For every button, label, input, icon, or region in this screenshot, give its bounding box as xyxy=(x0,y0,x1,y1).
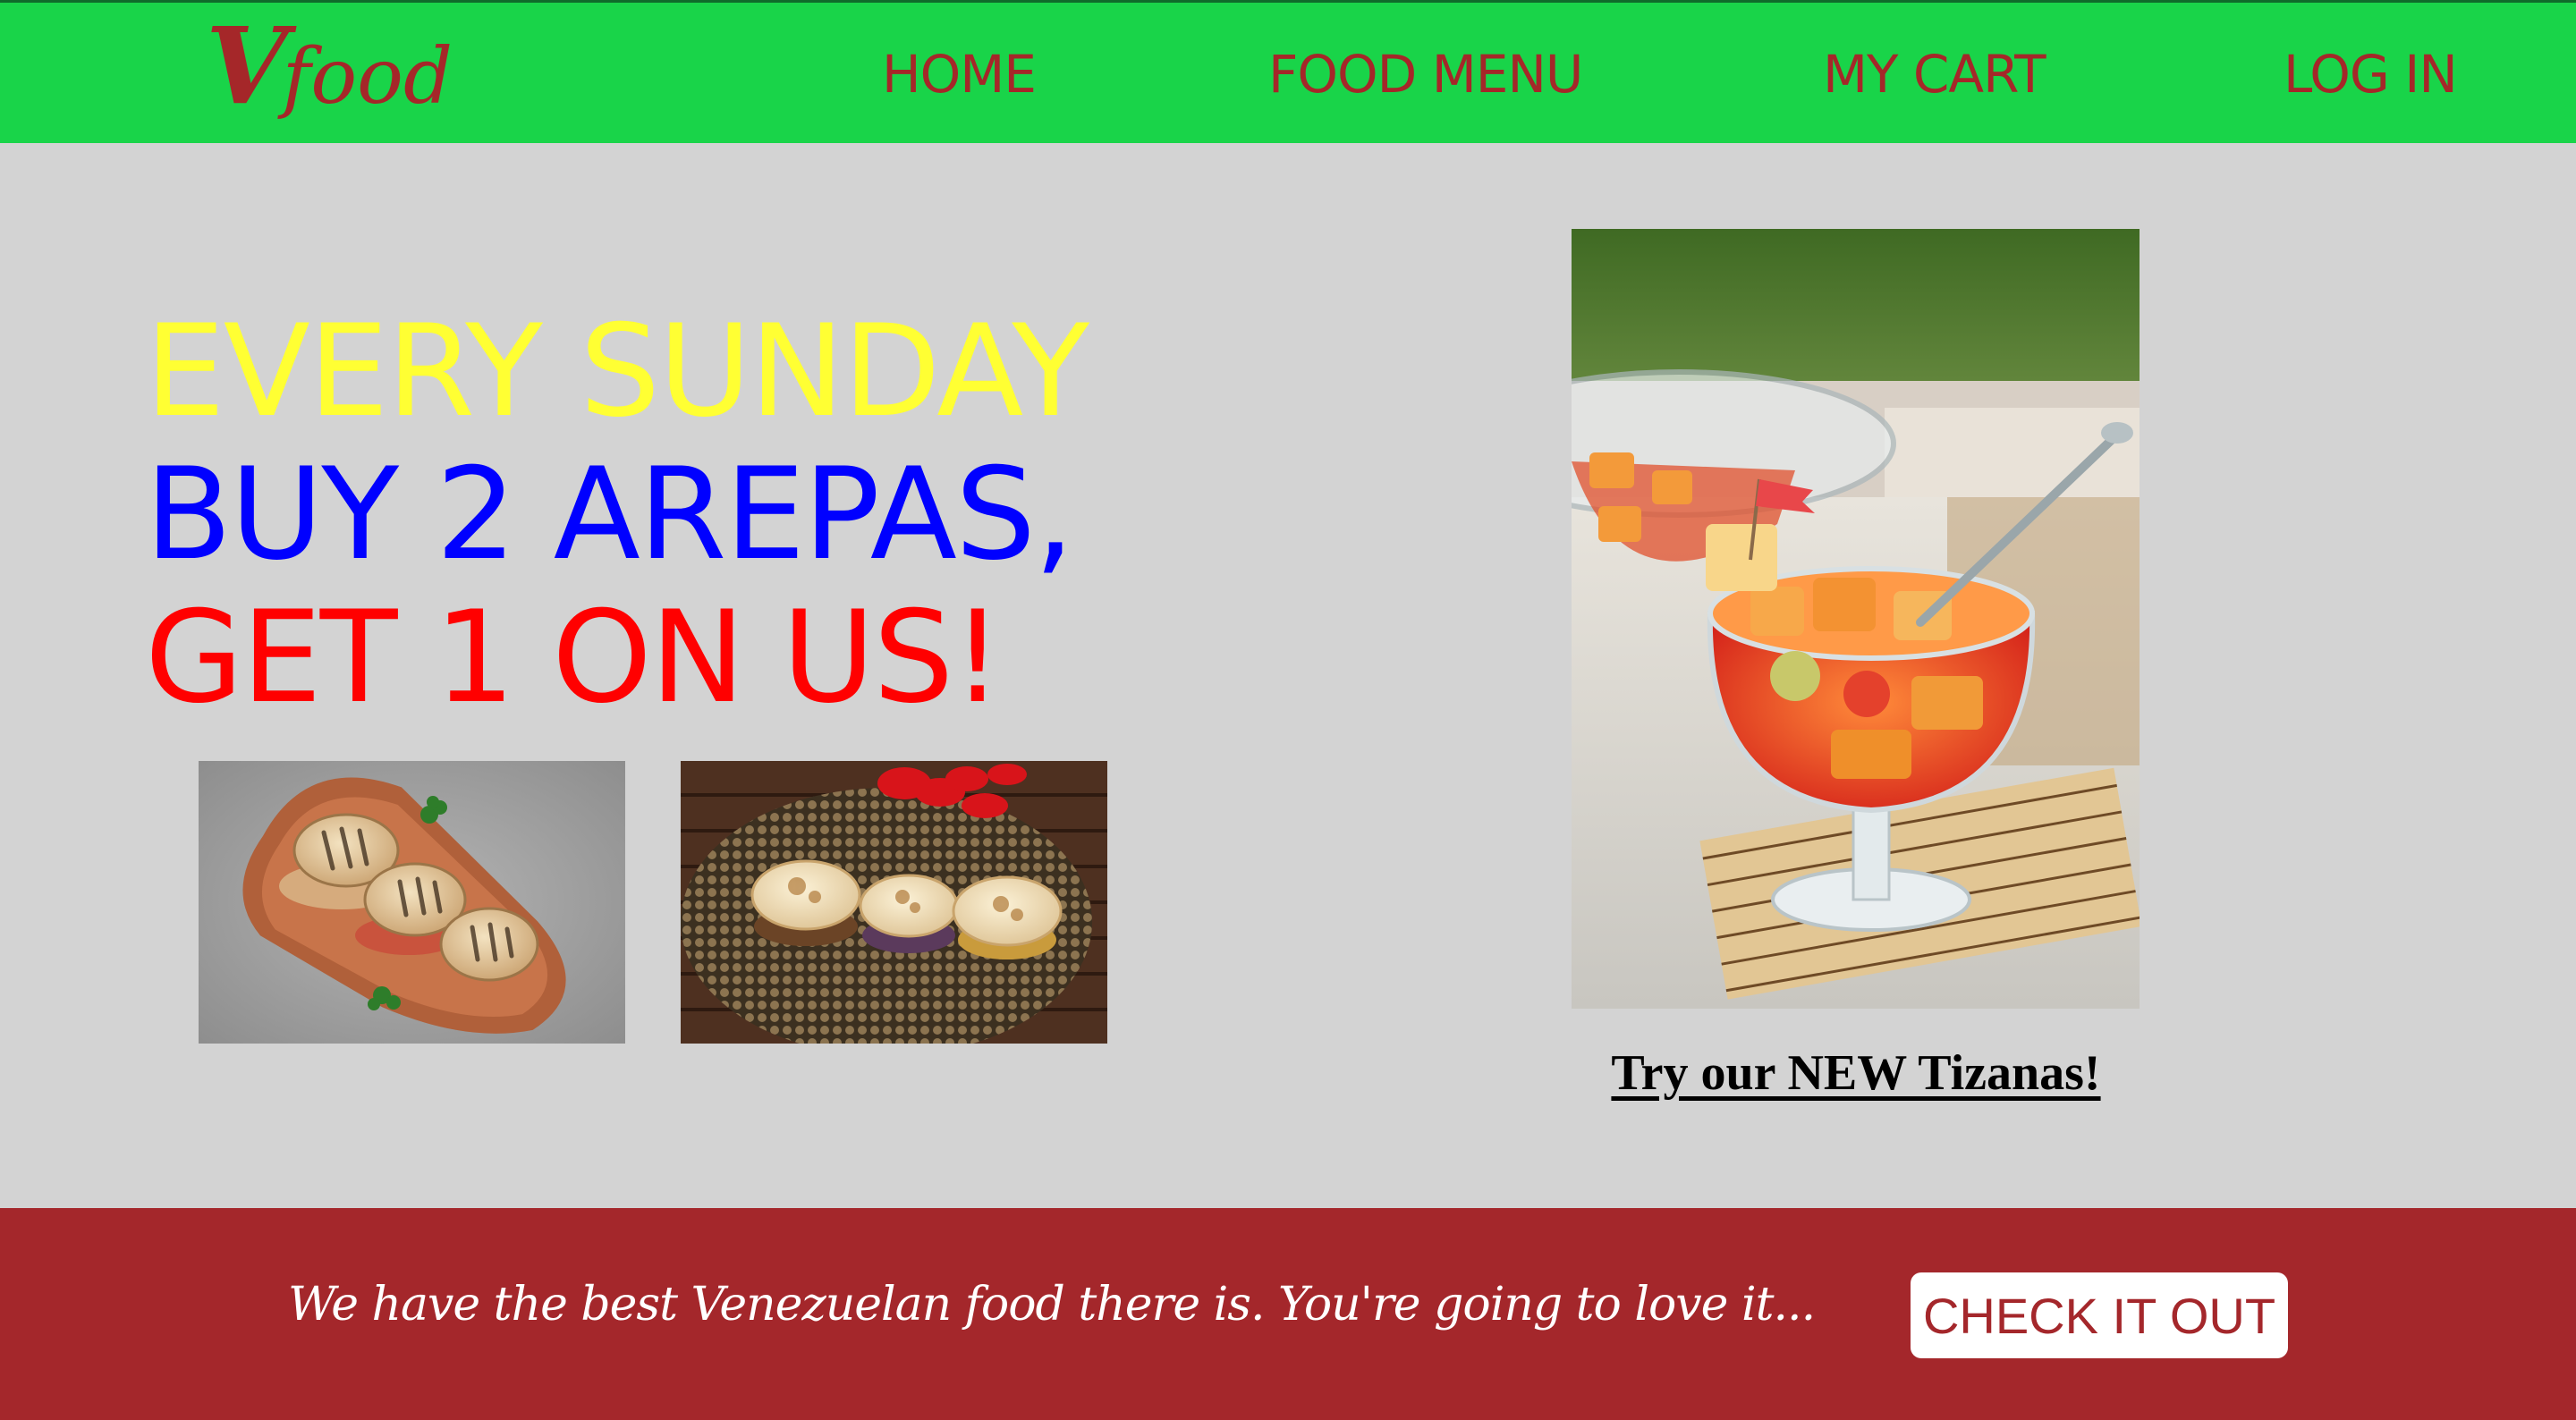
check-it-out-button[interactable]: CHECK IT OUT xyxy=(1911,1272,2288,1358)
logo-v: V xyxy=(206,4,288,128)
promo-line-get-1-on-us: GET 1 ON US! xyxy=(145,584,1003,731)
nav-food-menu-link[interactable]: FOOD MENU xyxy=(1268,44,1583,105)
promo-line-buy-2-arepas: BUY 2 AREPAS, xyxy=(145,441,1074,588)
arepa-photo-1 xyxy=(199,761,625,1044)
nav-my-cart-link[interactable]: MY CART xyxy=(1823,44,2046,105)
tizana-photo xyxy=(1572,229,2140,1009)
vfood-logo[interactable]: Vfood xyxy=(206,13,453,119)
nav-home-link[interactable]: HOME xyxy=(882,44,1037,105)
tizana-drink-image xyxy=(1572,229,2140,1009)
nav-log-in-link[interactable]: LOG IN xyxy=(2284,44,2458,105)
promo-line-every-sunday: EVERY SUNDAY xyxy=(145,298,1089,445)
navbar: Vfood HOME FOOD MENU MY CART LOG IN xyxy=(0,0,2576,143)
tizana-link[interactable]: Try our NEW Tizanas! xyxy=(1521,1044,2191,1102)
footer-tagline: We have the best Venezuelan food there i… xyxy=(288,1278,1816,1331)
arepas-board-image xyxy=(199,761,625,1044)
arepa-photo-2 xyxy=(681,761,1107,1044)
logo-food: food xyxy=(282,32,453,122)
footer-banner: We have the best Venezuelan food there i… xyxy=(0,1208,2576,1420)
arepas-placemat-image xyxy=(681,761,1107,1044)
